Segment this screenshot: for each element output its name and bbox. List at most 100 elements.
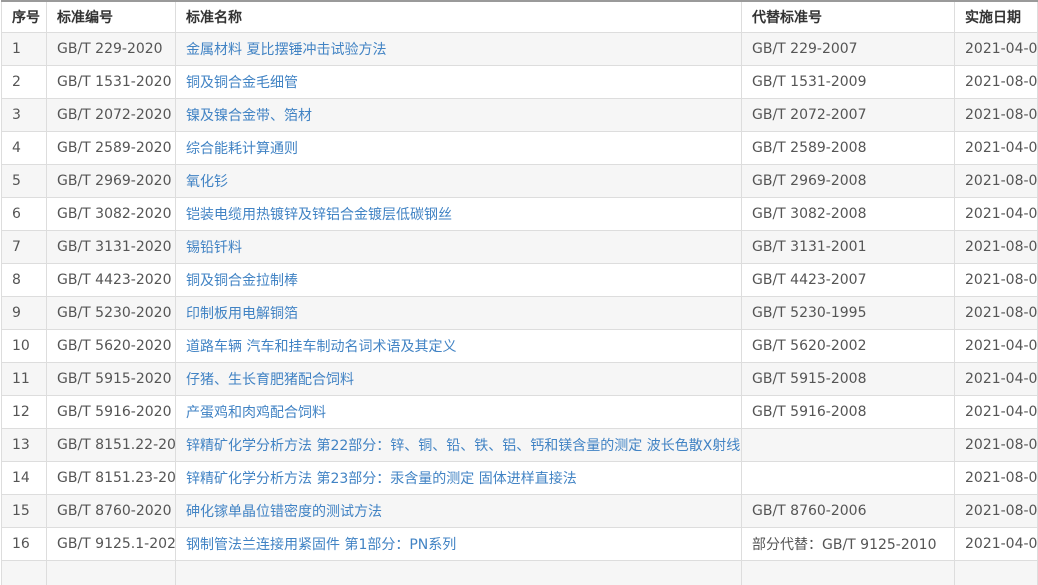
cell-implementation-date: 2021-08-01 <box>955 494 1038 527</box>
cell-implementation-date: 2021-04-01 <box>955 131 1038 164</box>
standard-name-link[interactable]: 锌精矿化学分析方法 第23部分：汞含量的测定 固体进样直接法 <box>186 471 577 487</box>
cell-replaced-code: GB/T 2969-2008 <box>742 164 955 197</box>
cell-replaced-code: GB/T 5916-2008 <box>742 395 955 428</box>
standard-name-link[interactable]: 锡铅钎料 <box>186 240 242 256</box>
table-row: 14GB/T 8151.23-2020 锌精矿化学分析方法 第23部分：汞含量的测… <box>2 461 1038 494</box>
cell-standard-name: 产蛋鸡和肉鸡配合饲料 <box>176 395 742 428</box>
cell-standard-code: GB/T 3082-2020 <box>47 197 176 230</box>
cell-replaced-code: GB/T 5915-2008 <box>742 362 955 395</box>
cell-standard-code: GB/T 2589-2020 <box>47 131 176 164</box>
cell-standard-code: GB/T 5916-2020 <box>47 395 176 428</box>
cell-index <box>2 560 47 585</box>
cell-index: 6 <box>2 197 47 230</box>
table-row: 11GB/T 5915-2020仔猪、生长育肥猪配合饲料GB/T 5915-20… <box>2 362 1038 395</box>
cell-standard-name: 道路车辆 汽车和挂车制动名词术语及其定义 <box>176 329 742 362</box>
table-row: 16GB/T 9125.1-2020钢制管法兰连接用紧固件 第1部分：PN系列部… <box>2 527 1038 560</box>
table-row: 10GB/T 5620-2020道路车辆 汽车和挂车制动名词术语及其定义GB/T… <box>2 329 1038 362</box>
cell-standard-code: GB/T 8151.23-2020 <box>47 461 176 494</box>
standard-name-link[interactable]: 锌精矿化学分析方法 第22部分：锌、铜、铅、铁、铝、钙和镁含量的测定 波长色散X… <box>186 438 742 454</box>
standard-name-link[interactable]: 铜及铜合金拉制棒 <box>186 273 298 289</box>
cell-standard-name: 砷化镓单晶位错密度的测试方法 <box>176 494 742 527</box>
standard-name-link[interactable]: 氧化钐 <box>186 174 228 190</box>
standard-name-link[interactable]: 仔猪、生长育肥猪配合饲料 <box>186 372 354 388</box>
cell-implementation-date: 2021-04-01 <box>955 527 1038 560</box>
table-row: 3GB/T 2072-2020镍及镍合金带、箔材GB/T 2072-200720… <box>2 98 1038 131</box>
standard-name-link[interactable]: 金属材料 夏比摆锤冲击试验方法 <box>186 42 386 58</box>
table-row: 12GB/T 5916-2020 产蛋鸡和肉鸡配合饲料 GB/T 5916-2008… <box>2 395 1038 428</box>
cell-index: 14 <box>2 461 47 494</box>
cell-replaced-code: GB/T 1531-2009 <box>742 65 955 98</box>
cell-standard-name: 锌精矿化学分析方法 第23部分：汞含量的测定 固体进样直接法 <box>176 461 742 494</box>
cell-index: 10 <box>2 329 47 362</box>
cell-implementation-date: 2021-08-01 <box>955 428 1038 461</box>
cell-implementation-date: 2021-08-01 <box>955 296 1038 329</box>
standard-name-link[interactable]: 道路车辆 汽车和挂车制动名词术语及其定义 <box>186 339 456 355</box>
cell-replaced-code: GB/T 5230-1995 <box>742 296 955 329</box>
col-header-standard-name: 标准名称 <box>176 1 742 32</box>
cell-standard-code: GB/T 9125.1-2020 <box>47 527 176 560</box>
cell-standard-name <box>176 560 742 585</box>
cell-index: 9 <box>2 296 47 329</box>
col-header-index: 序号 <box>2 1 47 32</box>
cell-standard-name: 铠装电缆用热镀锌及锌铝合金镀层低碳钢丝 <box>176 197 742 230</box>
cell-standard-code: GB/T 1531-2020 <box>47 65 176 98</box>
table-row: 8GB/T 4423-2020铜及铜合金拉制棒GB/T 4423-2007202… <box>2 263 1038 296</box>
table-row: 2GB/T 1531-2020铜及铜合金毛细管GB/T 1531-2009202… <box>2 65 1038 98</box>
table-row: 9GB/T 5230-2020 印制板用电解铜箔 GB/T 5230-1995202… <box>2 296 1038 329</box>
cell-implementation-date: 2021-08-01 <box>955 263 1038 296</box>
cell-standard-name: 镍及镍合金带、箔材 <box>176 98 742 131</box>
table-row: 4GB/T 2589-2020 综合能耗计算通则 GB/T 2589-2008202… <box>2 131 1038 164</box>
cell-standard-code: GB/T 5230-2020 <box>47 296 176 329</box>
standard-name-link[interactable]: 钢制管法兰连接用紧固件 第1部分：PN系列 <box>186 537 456 553</box>
cell-index: 13 <box>2 428 47 461</box>
cell-index: 12 <box>2 395 47 428</box>
cell-standard-name: 综合能耗计算通则 <box>176 131 742 164</box>
cell-implementation-date: 2021-08-01 <box>955 230 1038 263</box>
table-header: 序号 标准编号 标准名称 代替标准号 实施日期 <box>2 1 1038 32</box>
standard-name-link[interactable]: 铜及铜合金毛细管 <box>186 75 298 91</box>
table-body: 1GB/T 229-2020金属材料 夏比摆锤冲击试验方法GB/T 229-20… <box>2 32 1038 585</box>
standard-name-link[interactable]: 镍及镍合金带、箔材 <box>186 108 312 124</box>
standard-name-link[interactable]: 产蛋鸡和肉鸡配合饲料 <box>186 405 326 421</box>
table-row: 6GB/T 3082-2020铠装电缆用热镀锌及锌铝合金镀层低碳钢丝GB/T 3… <box>2 197 1038 230</box>
col-header-implementation-date: 实施日期 <box>955 1 1038 32</box>
cell-implementation-date: 2021-08-01 <box>955 461 1038 494</box>
standard-name-link[interactable]: 综合能耗计算通则 <box>186 141 298 157</box>
cell-index: 1 <box>2 32 47 65</box>
cell-index: 16 <box>2 527 47 560</box>
table-row: 13GB/T 8151.22-2020锌精矿化学分析方法 第22部分：锌、铜、铅… <box>2 428 1038 461</box>
cell-standard-code: GB/T 8760-2020 <box>47 494 176 527</box>
cell-replaced-code: GB/T 4423-2007 <box>742 263 955 296</box>
standard-name-link[interactable]: 印制板用电解铜箔 <box>186 306 298 322</box>
table-row: 7GB/T 3131-2020锡铅钎料GB/T 3131-20012021-08… <box>2 230 1038 263</box>
cell-implementation-date: 2021-04-01 <box>955 395 1038 428</box>
standard-name-link[interactable]: 砷化镓单晶位错密度的测试方法 <box>186 504 382 520</box>
cell-standard-code <box>47 560 176 585</box>
col-header-standard-code: 标准编号 <box>47 1 176 32</box>
cell-index: 2 <box>2 65 47 98</box>
cell-replaced-code <box>742 428 955 461</box>
cell-replaced-code: GB/T 229-2007 <box>742 32 955 65</box>
cell-standard-name: 铜及铜合金拉制棒 <box>176 263 742 296</box>
cell-standard-name: 铜及铜合金毛细管 <box>176 65 742 98</box>
cell-implementation-date: 2021-04-01 <box>955 197 1038 230</box>
cell-replaced-code: GB/T 8760-2006 <box>742 494 955 527</box>
cell-implementation-date: 2021-04-01 <box>955 362 1038 395</box>
cell-replaced-code: GB/T 2072-2007 <box>742 98 955 131</box>
col-header-replaced-code: 代替标准号 <box>742 1 955 32</box>
cell-index: 5 <box>2 164 47 197</box>
cell-standard-code: GB/T 2072-2020 <box>47 98 176 131</box>
standard-name-link[interactable]: 铠装电缆用热镀锌及锌铝合金镀层低碳钢丝 <box>186 207 452 223</box>
cell-replaced-code: GB/T 2589-2008 <box>742 131 955 164</box>
cell-standard-name: 钢制管法兰连接用紧固件 第1部分：PN系列 <box>176 527 742 560</box>
table-row: 15GB/T 8760-2020 砷化镓单晶位错密度的测试方法 GB/T 8760-… <box>2 494 1038 527</box>
cell-standard-name: 锡铅钎料 <box>176 230 742 263</box>
cell-replaced-code: GB/T 5620-2002 <box>742 329 955 362</box>
cell-index: 4 <box>2 131 47 164</box>
table-header-row: 序号 标准编号 标准名称 代替标准号 实施日期 <box>2 1 1038 32</box>
table-row: 5GB/T 2969-2020氧化钐GB/T 2969-20082021-08-… <box>2 164 1038 197</box>
cell-index: 15 <box>2 494 47 527</box>
cell-implementation-date: 2021-04-01 <box>955 329 1038 362</box>
cell-standard-name: 印制板用电解铜箔 <box>176 296 742 329</box>
cell-standard-code: GB/T 2969-2020 <box>47 164 176 197</box>
